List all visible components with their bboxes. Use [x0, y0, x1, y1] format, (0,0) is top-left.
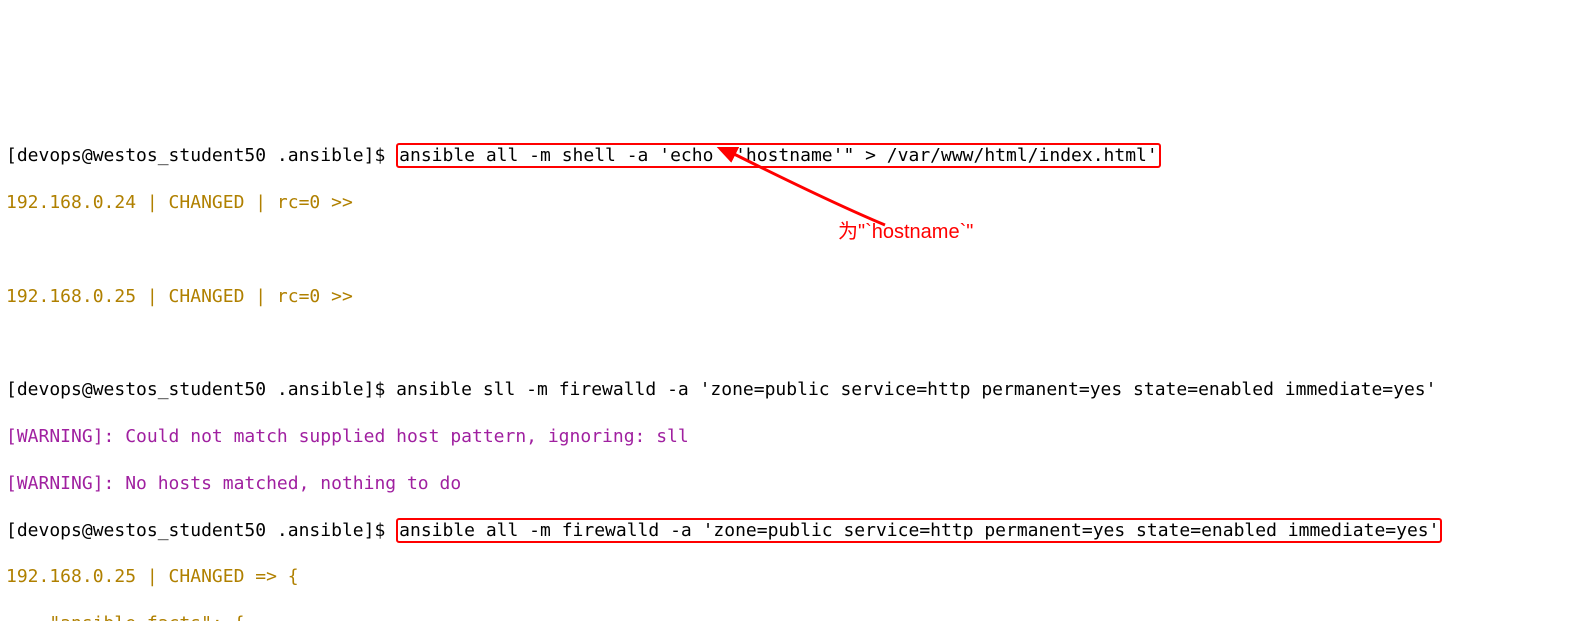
output-line: 192.168.0.25 | CHANGED | rc=0 >>	[6, 285, 1566, 308]
command-1-box: ansible all -m shell -a 'echo "'hostname…	[396, 143, 1161, 168]
command-2-text: ansible sll -m firewalld -a 'zone=public…	[396, 379, 1436, 400]
prompt: [devops@westos_student50 .ansible]$	[6, 145, 396, 166]
command-3-box: ansible all -m firewalld -a 'zone=public…	[396, 518, 1442, 543]
warning-line: [WARNING]: No hosts matched, nothing to …	[6, 472, 1566, 495]
warning-line: [WARNING]: Could not match supplied host…	[6, 425, 1566, 448]
output-line: "ansible_facts": {	[6, 612, 1566, 621]
output-line: 192.168.0.24 | CHANGED | rc=0 >>	[6, 191, 1566, 214]
output-line: 192.168.0.25 | CHANGED => {	[6, 565, 1566, 588]
prompt: [devops@westos_student50 .ansible]$	[6, 379, 396, 400]
annotation-text: 为"`hostname`"	[838, 219, 973, 245]
command-1-text: ansible all -m shell -a 'echo "'hostname…	[399, 145, 1158, 166]
prompt: [devops@westos_student50 .ansible]$	[6, 520, 396, 541]
terminal[interactable]: [devops@westos_student50 .ansible]$ ansi…	[0, 117, 1572, 621]
command-3-text: ansible all -m firewalld -a 'zone=public…	[399, 520, 1439, 541]
